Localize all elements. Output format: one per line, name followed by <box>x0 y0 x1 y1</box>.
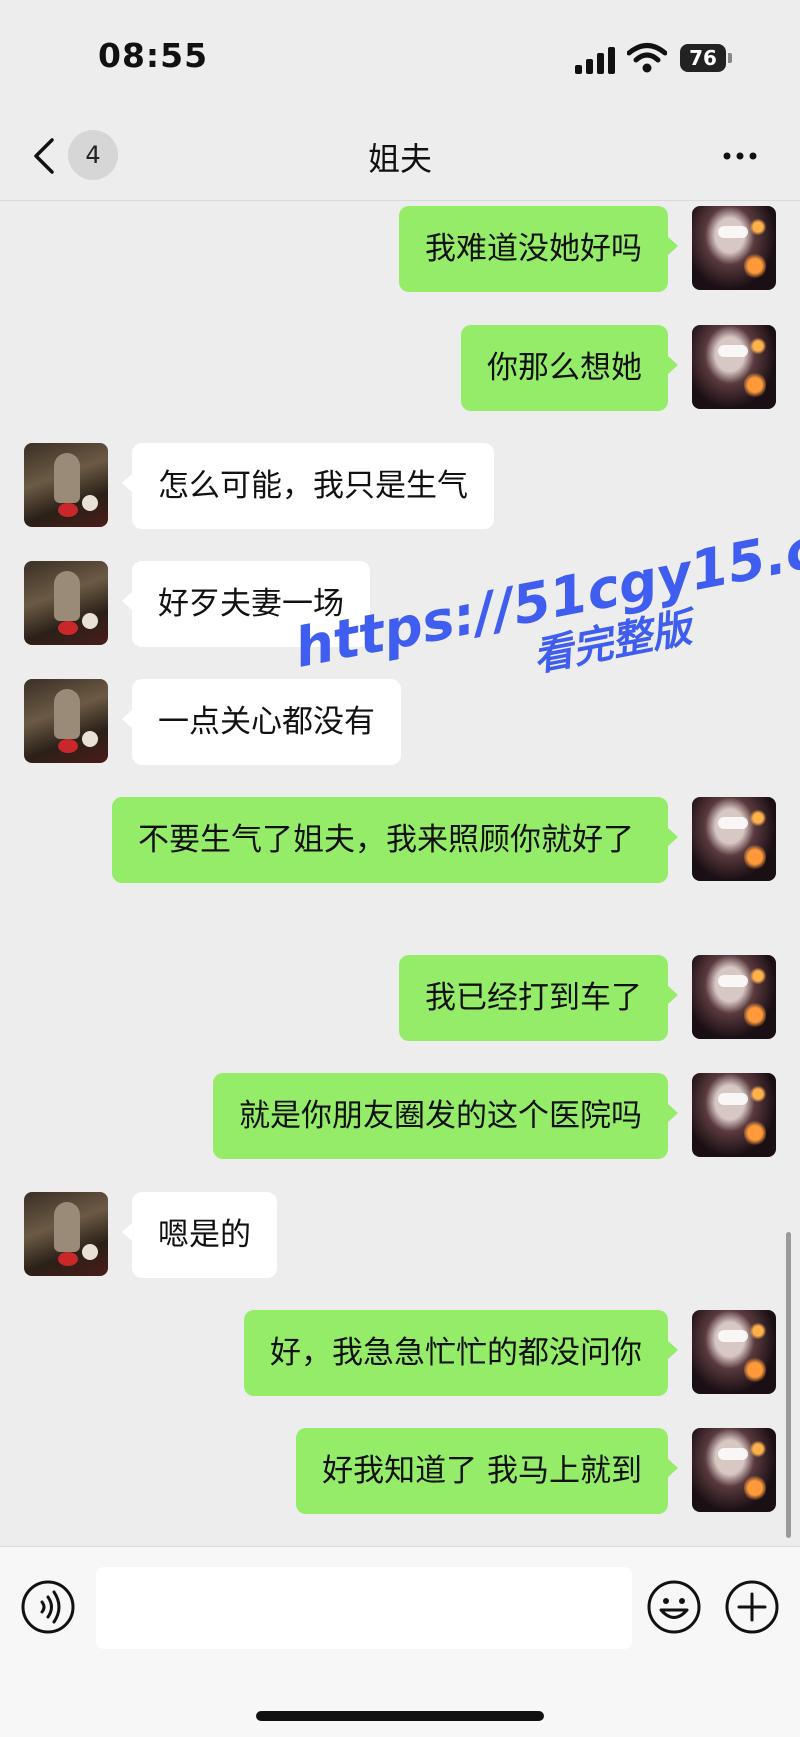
signal-icon <box>575 46 615 74</box>
message-bubble-self[interactable]: 好我知道了 我马上就到 <box>296 1428 678 1514</box>
message-bubble-self[interactable]: 就是你朋友圈发的这个医院吗 <box>213 1073 678 1159</box>
self-avatar[interactable] <box>692 1310 776 1394</box>
emoji-icon[interactable] <box>646 1579 702 1635</box>
message-bubble-self[interactable]: 你那么想她 <box>461 325 678 411</box>
contact-avatar[interactable] <box>24 561 108 645</box>
message-bubble-self[interactable]: 不要生气了姐夫，我来照顾你就好了 <box>112 797 678 883</box>
voice-icon[interactable] <box>20 1579 76 1635</box>
chat-header: 4 姐夫 <box>0 112 800 201</box>
self-avatar[interactable] <box>692 206 776 290</box>
self-avatar[interactable] <box>692 1428 776 1512</box>
message-bubble-self[interactable]: 我难道没她好吗 <box>399 206 678 292</box>
battery-level: 76 <box>689 46 717 70</box>
message-bubble-contact[interactable]: 怎么可能，我只是生气 <box>122 443 494 529</box>
self-avatar[interactable] <box>692 797 776 881</box>
message-bubble-self[interactable]: 好，我急急忙忙的都没问你 <box>244 1310 678 1396</box>
plus-icon[interactable] <box>724 1579 780 1635</box>
chat-title: 姐夫 <box>367 140 432 178</box>
message-bubble-contact[interactable]: 嗯是的 <box>122 1192 277 1278</box>
battery-tip <box>728 53 732 63</box>
status-bar: 08:55 76 <box>0 0 800 112</box>
self-avatar[interactable] <box>692 1073 776 1157</box>
battery-icon: 76 <box>680 44 726 72</box>
more-dots-icon[interactable] <box>718 134 762 178</box>
wifi-icon <box>627 43 667 73</box>
self-avatar[interactable] <box>692 325 776 409</box>
home-indicator <box>256 1711 544 1721</box>
contact-avatar[interactable] <box>24 443 108 527</box>
status-time: 08:55 <box>98 36 209 75</box>
self-avatar[interactable] <box>692 955 776 1039</box>
contact-avatar[interactable] <box>24 1192 108 1276</box>
message-bubble-contact[interactable]: 好歹夫妻一场 <box>122 561 370 647</box>
message-bubble-self[interactable]: 我已经打到车了 <box>399 955 678 1041</box>
message-bubble-contact[interactable]: 一点关心都没有 <box>122 679 401 765</box>
input-bar <box>0 1546 800 1737</box>
contact-avatar[interactable] <box>24 679 108 763</box>
message-input[interactable] <box>96 1567 632 1649</box>
scrollbar[interactable] <box>786 1232 791 1538</box>
